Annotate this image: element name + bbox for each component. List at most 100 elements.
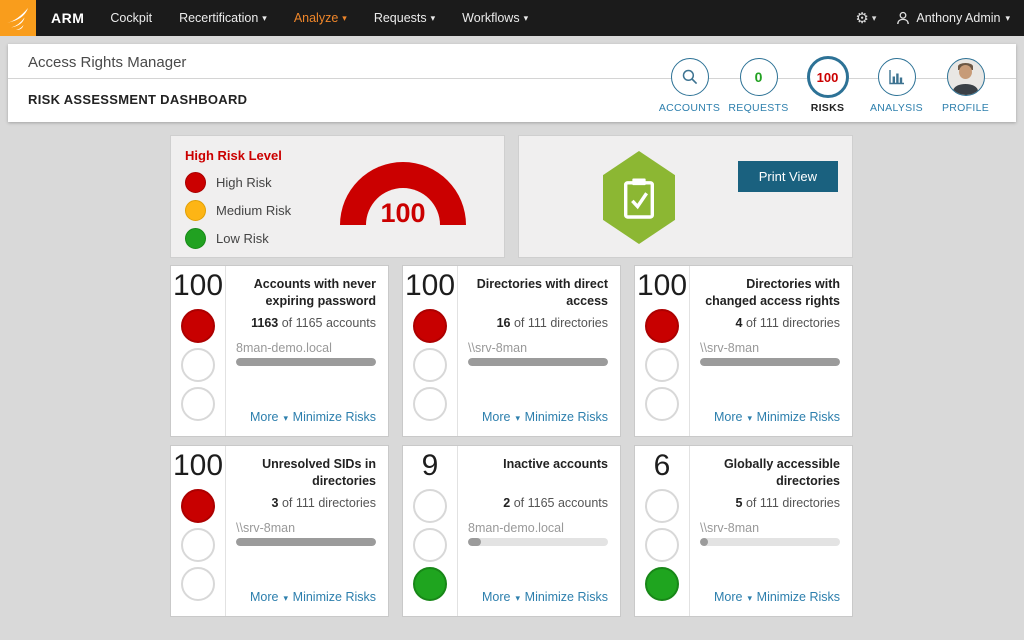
traffic-light-low bbox=[645, 387, 679, 421]
more-button[interactable]: More▾ bbox=[482, 590, 520, 604]
traffic-light-medium bbox=[413, 348, 447, 382]
nav-right-group: ⚙▾ Anthony Admin ▾ bbox=[855, 9, 1010, 27]
summary-panels: High Risk Level High Risk Medium Risk Lo… bbox=[170, 135, 854, 258]
user-menu[interactable]: Anthony Admin ▾ bbox=[896, 11, 1010, 25]
risk-card-footer: More▾ Minimize Risks bbox=[236, 410, 376, 426]
risk-card-body: Globally accessible directories 5 of 111… bbox=[690, 446, 852, 616]
shortcut-analysis[interactable]: ANALYSIS bbox=[862, 58, 931, 114]
print-view-button[interactable]: Print View bbox=[738, 161, 838, 192]
risk-card-title: Unresolved SIDs in directories bbox=[236, 456, 376, 491]
risk-card-left: 100 bbox=[635, 266, 690, 436]
search-icon bbox=[681, 68, 699, 86]
traffic-light-high bbox=[413, 489, 447, 523]
risk-card-count: 5 of 111 directories bbox=[700, 496, 840, 510]
risk-card-left: 9 bbox=[403, 446, 458, 616]
high-risk-dot bbox=[185, 172, 206, 193]
risk-score: 9 bbox=[422, 449, 439, 484]
traffic-light-low bbox=[181, 567, 215, 601]
risk-card-count: 2 of 1165 accounts bbox=[468, 496, 608, 510]
nav-item-analyze[interactable]: Analyze▾ bbox=[294, 11, 347, 25]
medium-risk-dot bbox=[185, 200, 206, 221]
risk-card-count: 1163 of 1165 accounts bbox=[236, 316, 376, 330]
solarwinds-logo[interactable] bbox=[0, 0, 36, 36]
risk-progress-bar bbox=[700, 538, 840, 546]
more-button[interactable]: More▾ bbox=[714, 590, 752, 604]
risk-progress-fill bbox=[700, 538, 708, 546]
risk-level-panel: High Risk Level High Risk Medium Risk Lo… bbox=[170, 135, 505, 258]
shortcut-requests[interactable]: 0 REQUESTS bbox=[724, 58, 793, 114]
shortcut-label: ACCOUNTS bbox=[659, 102, 720, 114]
minimize-risks-link[interactable]: Minimize Risks bbox=[293, 590, 376, 604]
nav-item-cockpit[interactable]: Cockpit bbox=[110, 11, 152, 25]
dashboard-content: High Risk Level High Risk Medium Risk Lo… bbox=[170, 135, 854, 617]
legend-item-medium: Medium Risk bbox=[185, 200, 291, 221]
shortcut-label: REQUESTS bbox=[728, 102, 788, 114]
avatar bbox=[947, 58, 985, 96]
shortcut-label: RISKS bbox=[811, 102, 845, 114]
person-icon bbox=[896, 11, 910, 25]
chevron-down-icon: ▾ bbox=[1005, 13, 1010, 24]
risks-circle: 100 bbox=[807, 56, 849, 98]
risk-card-title: Directories with direct access bbox=[468, 276, 608, 311]
shortcut-profile[interactable]: PROFILE bbox=[931, 58, 1000, 114]
risk-card-count: 4 of 111 directories bbox=[700, 316, 840, 330]
requests-circle: 0 bbox=[740, 58, 778, 96]
risk-legend: High Risk Medium Risk Low Risk bbox=[185, 172, 291, 256]
more-button[interactable]: More▾ bbox=[714, 410, 752, 424]
risk-card-footer: More▾ Minimize Risks bbox=[236, 590, 376, 606]
legend-item-high: High Risk bbox=[185, 172, 291, 193]
shortcut-risks[interactable]: 100 RISKS bbox=[793, 58, 862, 114]
chevron-down-icon: ▾ bbox=[747, 593, 752, 603]
risk-progress-fill bbox=[468, 538, 481, 546]
legend-item-low: Low Risk bbox=[185, 228, 291, 249]
risk-score: 6 bbox=[654, 449, 671, 484]
traffic-light-low bbox=[181, 387, 215, 421]
chevron-down-icon: ▾ bbox=[872, 13, 877, 24]
header-shortcuts: ACCOUNTS 0 REQUESTS 100 RISKS ANALYSIS bbox=[655, 58, 1000, 114]
traffic-light-medium bbox=[181, 528, 215, 562]
minimize-risks-link[interactable]: Minimize Risks bbox=[525, 590, 608, 604]
nav-item-requests[interactable]: Requests▾ bbox=[374, 11, 435, 25]
chevron-down-icon: ▾ bbox=[515, 593, 520, 603]
more-button[interactable]: More▾ bbox=[250, 590, 288, 604]
shortcut-label: ANALYSIS bbox=[870, 102, 923, 114]
risk-card-body: Inactive accounts 2 of 1165 accounts 8ma… bbox=[458, 446, 620, 616]
traffic-light-medium bbox=[413, 528, 447, 562]
settings-menu[interactable]: ⚙▾ bbox=[855, 9, 876, 27]
minimize-risks-link[interactable]: Minimize Risks bbox=[293, 410, 376, 424]
risk-card-resource: \\srv-8man bbox=[700, 341, 840, 355]
risk-card-footer: More▾ Minimize Risks bbox=[468, 410, 608, 426]
risk-card-count: 3 of 111 directories bbox=[236, 496, 376, 510]
user-name: Anthony Admin bbox=[916, 11, 1000, 25]
app-title: Access Rights Manager bbox=[28, 54, 186, 71]
risk-card-body: Directories with changed access rights 4… bbox=[690, 266, 852, 436]
risk-progress-bar bbox=[236, 358, 376, 366]
risk-card: 9 Inactive accounts 2 of 1165 accounts 8… bbox=[402, 445, 621, 617]
risk-card-resource: \\srv-8man bbox=[236, 521, 376, 535]
minimize-risks-link[interactable]: Minimize Risks bbox=[525, 410, 608, 424]
traffic-light-high bbox=[645, 489, 679, 523]
risk-progress-bar bbox=[700, 358, 840, 366]
minimize-risks-link[interactable]: Minimize Risks bbox=[757, 410, 840, 424]
risk-card-body: Unresolved SIDs in directories 3 of 111 … bbox=[226, 446, 388, 616]
risk-card-resource: \\srv-8man bbox=[468, 341, 608, 355]
risks-count: 100 bbox=[817, 70, 839, 85]
risk-score: 100 bbox=[173, 269, 223, 304]
nav-item-workflows[interactable]: Workflows▾ bbox=[462, 11, 528, 25]
risk-progress-bar bbox=[236, 538, 376, 546]
more-button[interactable]: More▾ bbox=[482, 410, 520, 424]
gear-icon: ⚙ bbox=[855, 9, 868, 27]
nav-item-recertification[interactable]: Recertification▾ bbox=[179, 11, 267, 25]
risk-card: 100 Directories with changed access righ… bbox=[634, 265, 853, 437]
risk-card: 100 Unresolved SIDs in directories 3 of … bbox=[170, 445, 389, 617]
chevron-down-icon: ▾ bbox=[342, 13, 347, 23]
minimize-risks-link[interactable]: Minimize Risks bbox=[757, 590, 840, 604]
more-button[interactable]: More▾ bbox=[250, 410, 288, 424]
shortcut-accounts[interactable]: ACCOUNTS bbox=[655, 58, 724, 114]
risk-card-left: 100 bbox=[171, 446, 226, 616]
solarwinds-swirl-icon bbox=[5, 5, 31, 31]
risk-level-title: High Risk Level bbox=[185, 148, 282, 163]
risk-card-footer: More▾ Minimize Risks bbox=[468, 590, 608, 606]
risk-card-title: Accounts with never expiring password bbox=[236, 276, 376, 311]
risk-card-title: Inactive accounts bbox=[468, 456, 608, 491]
